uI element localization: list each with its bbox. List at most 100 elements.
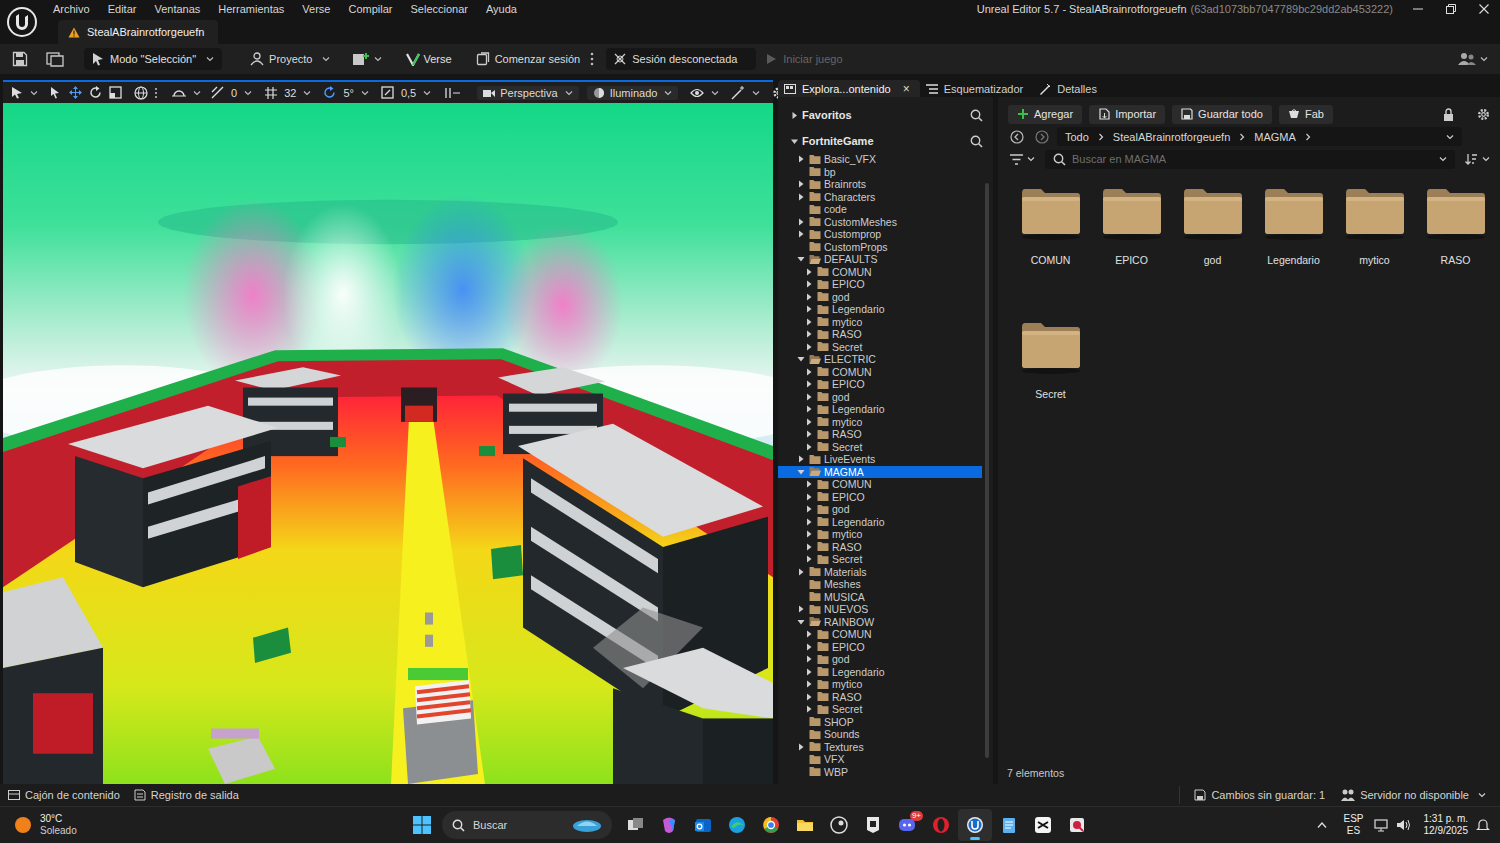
tree-row-label[interactable]: CustomMeshes xyxy=(824,216,897,228)
tree-row[interactable]: Secret xyxy=(778,703,982,716)
network-icon[interactable] xyxy=(1374,818,1390,832)
tree-row[interactable]: COMUN xyxy=(778,366,982,379)
tree-row[interactable]: NUEVOS xyxy=(778,603,982,616)
breadcrumb-item[interactable]: Todo xyxy=(1065,131,1089,143)
tree-row-label[interactable]: mytico xyxy=(832,416,862,428)
tray-chevron-icon[interactable] xyxy=(1317,821,1327,829)
tree-row[interactable]: RASO xyxy=(778,328,982,341)
collapsed-arrow-icon[interactable] xyxy=(805,693,813,701)
rotation-snap-dropdown[interactable]: 5° xyxy=(323,86,369,100)
minimize-icon[interactable] xyxy=(1413,4,1423,14)
breadcrumb-item[interactable]: MAGMA xyxy=(1254,131,1296,143)
tree-row[interactable]: RASO xyxy=(778,691,982,704)
tree-row-label[interactable]: EPICO xyxy=(832,378,865,390)
verse-label[interactable]: Verse xyxy=(424,53,452,65)
tree-row[interactable]: SHOP xyxy=(778,716,982,729)
details-tab[interactable]: Detalles xyxy=(1033,80,1107,97)
expanded-arrow-icon[interactable] xyxy=(797,255,805,263)
collapsed-arrow-icon[interactable] xyxy=(805,630,813,638)
taskbar-app[interactable] xyxy=(924,809,958,841)
document-tab[interactable]: StealABrainrotforgeuefn xyxy=(58,20,218,44)
project-label[interactable]: Proyecto xyxy=(269,53,312,65)
collapsed-arrow-icon[interactable] xyxy=(797,605,805,613)
favorites-header[interactable]: Favoritos xyxy=(778,105,993,125)
tree-row[interactable]: Basic_VFX xyxy=(778,153,982,166)
tree-row-label[interactable]: god xyxy=(832,291,850,303)
collapsed-arrow-icon[interactable] xyxy=(805,530,813,538)
tree-row[interactable]: Sounds xyxy=(778,728,982,741)
tree-row-label[interactable]: mytico xyxy=(832,528,862,540)
favorites-header-label[interactable]: Favoritos xyxy=(802,109,852,121)
tree-row[interactable]: MAGMA xyxy=(778,466,982,479)
tree-row[interactable]: CustomProps xyxy=(778,241,982,254)
tree-row[interactable]: VFX xyxy=(778,753,982,766)
folder-label[interactable]: god xyxy=(1204,254,1222,266)
weather-widget[interactable]: 30°CSoleado xyxy=(14,813,412,837)
collapsed-arrow-icon[interactable] xyxy=(805,268,813,276)
tree-row-label[interactable]: Textures xyxy=(824,741,864,753)
rotate-icon[interactable] xyxy=(89,86,102,99)
collapsed-arrow-icon[interactable] xyxy=(805,518,813,526)
verse-button[interactable]: Verse xyxy=(406,52,452,66)
collapsed-arrow-icon[interactable] xyxy=(805,705,813,713)
panel-tab-label[interactable]: Explora...ontenido xyxy=(802,83,891,95)
taskbar-app[interactable] xyxy=(754,809,788,841)
tree-row[interactable]: bp xyxy=(778,166,982,179)
taskbar-search-label[interactable]: Buscar xyxy=(473,819,507,831)
menu-item[interactable]: Editar xyxy=(99,3,146,15)
tree-row-label[interactable]: Sounds xyxy=(824,728,860,740)
asset-search-input[interactable] xyxy=(1066,153,1435,165)
taskbar-app[interactable] xyxy=(1060,809,1094,841)
content-browser-icon[interactable] xyxy=(46,51,64,67)
tree-row[interactable]: EPICO xyxy=(778,491,982,504)
tree-row[interactable]: Legendario xyxy=(778,516,982,529)
tree-row[interactable]: EPICO xyxy=(778,641,982,654)
drawer-label[interactable]: Cajón de contenido xyxy=(25,789,120,801)
tree-row-label[interactable]: Basic_VFX xyxy=(824,153,876,165)
root-header-label[interactable]: FortniteGame xyxy=(802,135,874,147)
project-dropdown[interactable]: Proyecto xyxy=(250,52,329,66)
folder-label[interactable]: mytico xyxy=(1359,254,1389,266)
tree-row-label[interactable]: god xyxy=(832,391,850,403)
add-button[interactable]: Agregar xyxy=(1008,105,1082,124)
lighting-label[interactable]: Iluminado xyxy=(610,87,658,99)
collapsed-arrow-icon[interactable] xyxy=(797,155,805,163)
output-log-button[interactable]: Registro de salida xyxy=(134,789,239,801)
taskbar-app[interactable] xyxy=(788,809,822,841)
folder-label[interactable]: Legendario xyxy=(1267,254,1320,266)
content-drawer-button[interactable]: Cajón de contenido xyxy=(8,789,120,801)
tree-row-label[interactable]: COMUN xyxy=(832,478,872,490)
scale-icon[interactable] xyxy=(109,86,122,99)
input-language[interactable]: ESPES xyxy=(1343,813,1363,837)
tree-row[interactable]: RASO xyxy=(778,428,982,441)
language-label[interactable]: ESP xyxy=(1343,813,1363,825)
date-label[interactable]: 12/9/2025 xyxy=(1424,825,1469,837)
collapsed-arrow-icon[interactable] xyxy=(797,230,805,238)
folder-tile[interactable]: god xyxy=(1172,186,1253,320)
panel-tab-label[interactable]: Detalles xyxy=(1057,83,1097,95)
tree-row[interactable]: Customprop xyxy=(778,228,982,241)
taskbar-app[interactable] xyxy=(1026,809,1060,841)
tree-row-label[interactable]: RAINBOW xyxy=(824,616,874,628)
start-session-label[interactable]: Comenzar sesión xyxy=(495,53,581,65)
import-button-label[interactable]: Importar xyxy=(1115,108,1156,120)
outliner-tab[interactable]: Esquematizador xyxy=(920,80,1034,97)
unreal-logo-icon[interactable] xyxy=(6,6,38,38)
folder-tile[interactable]: RASO xyxy=(1415,186,1496,320)
add-button-label[interactable]: Agregar xyxy=(1034,108,1073,120)
folder-label[interactable]: EPICO xyxy=(1115,254,1148,266)
taskbar-app[interactable] xyxy=(686,809,720,841)
folder-label[interactable]: COMUN xyxy=(1031,254,1071,266)
tree-row[interactable]: god xyxy=(778,653,982,666)
scale-snap-value[interactable]: 0,5 xyxy=(401,87,416,99)
viewport-scene[interactable] xyxy=(3,103,773,784)
world-space-icon[interactable] xyxy=(134,86,148,100)
collapsed-arrow-icon[interactable] xyxy=(805,680,813,688)
grid-snap-dropdown[interactable]: 32 xyxy=(264,86,311,100)
tree-row[interactable]: DEFAULTS xyxy=(778,253,982,266)
tree-row[interactable]: god xyxy=(778,503,982,516)
grid-snap-value[interactable]: 32 xyxy=(284,87,296,99)
layout-label[interactable]: ES xyxy=(1347,825,1360,837)
tree-row[interactable]: Legendario xyxy=(778,303,982,316)
tree-row-label[interactable]: Secret xyxy=(832,703,862,715)
